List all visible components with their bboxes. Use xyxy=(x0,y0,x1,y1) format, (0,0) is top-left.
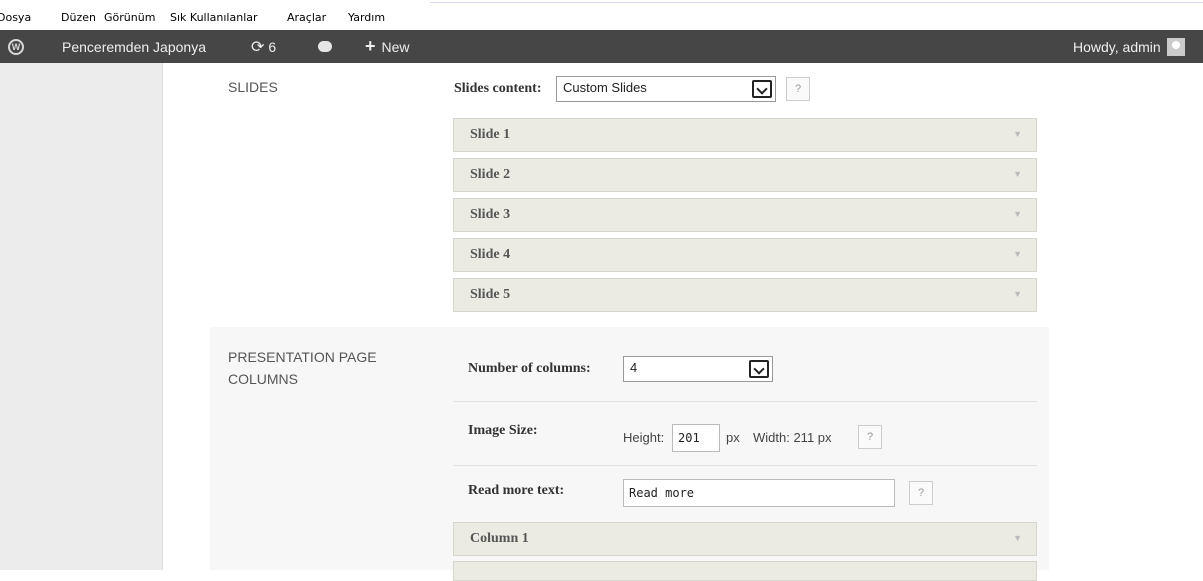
columns-value: 4 xyxy=(630,360,638,375)
divider xyxy=(453,401,1037,402)
right-margin xyxy=(1049,63,1203,570)
slide-item[interactable]: Slide 1 ▼ xyxy=(453,118,1037,152)
comments-button[interactable] xyxy=(318,30,332,63)
chevron-down-icon xyxy=(752,80,772,98)
slides-content-select[interactable]: Custom Slides xyxy=(556,76,776,102)
menu-dosya[interactable]: Dosya xyxy=(0,11,31,24)
new-label: New xyxy=(381,38,410,55)
column-item[interactable]: Column 1 ▼ xyxy=(453,522,1037,556)
chevron-down-icon: ▼ xyxy=(1013,169,1022,179)
column-title: Column 1 xyxy=(470,531,529,546)
menu-duzen[interactable]: Düzen xyxy=(61,11,96,24)
chevron-down-icon xyxy=(749,360,769,378)
menu-sik-kullanilanlar[interactable]: Sık Kullanılanlar xyxy=(170,11,258,24)
slide-title: Slide 2 xyxy=(470,167,511,182)
slide-item[interactable]: Slide 3 ▼ xyxy=(453,198,1037,232)
wordpress-logo-button[interactable]: W xyxy=(8,30,28,63)
chevron-down-icon: ▼ xyxy=(1013,533,1022,543)
account-menu[interactable]: Howdy, admin xyxy=(1073,30,1185,63)
slide-title: Slide 3 xyxy=(470,207,511,222)
wp-admin-bar: W Penceremden Japonya ⟳ 6 + New Howdy, a… xyxy=(0,30,1203,63)
menu-gorunum[interactable]: Görünüm xyxy=(104,11,155,24)
image-size-help-button[interactable]: ? xyxy=(858,425,882,449)
presentation-columns-section: PRESENTATION PAGE COLUMNS Number of colu… xyxy=(210,327,1049,581)
divider xyxy=(453,465,1037,466)
presentation-heading-line2: COLUMNS xyxy=(228,371,299,387)
columns-select[interactable]: 4 xyxy=(623,356,773,382)
slide-item[interactable]: Slide 4 ▼ xyxy=(453,238,1037,272)
read-more-input[interactable]: Read more xyxy=(623,479,895,507)
window-border-line xyxy=(430,2,1203,3)
slide-title: Slide 4 xyxy=(470,247,511,262)
slide-item[interactable]: Slide 2 ▼ xyxy=(453,158,1037,192)
width-value: Width: 211 px xyxy=(753,430,832,445)
read-more-label: Read more text: xyxy=(468,483,565,498)
slides-content-value: Custom Slides xyxy=(563,80,647,95)
chevron-down-icon: ▼ xyxy=(1013,289,1022,299)
image-size-label: Image Size: xyxy=(468,423,538,438)
chevron-down-icon: ▼ xyxy=(1013,249,1022,259)
comment-icon xyxy=(318,41,332,52)
new-content-button[interactable]: + New xyxy=(365,30,410,63)
slides-help-button[interactable]: ? xyxy=(786,77,810,101)
columns-label: Number of columns: xyxy=(468,361,591,376)
height-input[interactable]: 201 xyxy=(672,424,720,452)
avatar-icon xyxy=(1166,37,1185,56)
chevron-down-icon: ▼ xyxy=(1013,129,1022,139)
theme-options-panel: SLIDES Slides content: Custom Slides ? S… xyxy=(210,63,1049,581)
slide-title: Slide 1 xyxy=(470,127,511,142)
menu-araclar[interactable]: Araçlar xyxy=(287,11,326,24)
plus-icon: + xyxy=(365,36,376,56)
menu-yardim[interactable]: Yardım xyxy=(348,11,385,24)
chevron-down-icon: ▼ xyxy=(1013,209,1022,219)
updates-button[interactable]: ⟳ 6 xyxy=(251,30,276,63)
column-item-partial[interactable] xyxy=(453,561,1037,581)
slide-item[interactable]: Slide 5 ▼ xyxy=(453,278,1037,312)
read-more-help-button[interactable]: ? xyxy=(909,481,933,505)
slides-heading: SLIDES xyxy=(228,79,278,95)
height-unit: px xyxy=(726,430,740,445)
wordpress-logo-icon: W xyxy=(8,38,24,55)
refresh-icon: ⟳ xyxy=(251,38,265,56)
left-sidebar xyxy=(0,63,163,570)
site-name-link[interactable]: Penceremden Japonya xyxy=(62,30,206,63)
slides-content-label: Slides content: xyxy=(454,81,542,96)
slide-title: Slide 5 xyxy=(470,287,511,302)
presentation-heading-line1: PRESENTATION PAGE xyxy=(228,349,377,365)
height-label: Height: xyxy=(623,430,665,445)
greeting-text: Howdy, admin xyxy=(1073,38,1161,55)
updates-count: 6 xyxy=(268,38,277,55)
browser-menubar: Dosya Düzen Görünüm Sık Kullanılanlar Ar… xyxy=(0,0,1203,30)
